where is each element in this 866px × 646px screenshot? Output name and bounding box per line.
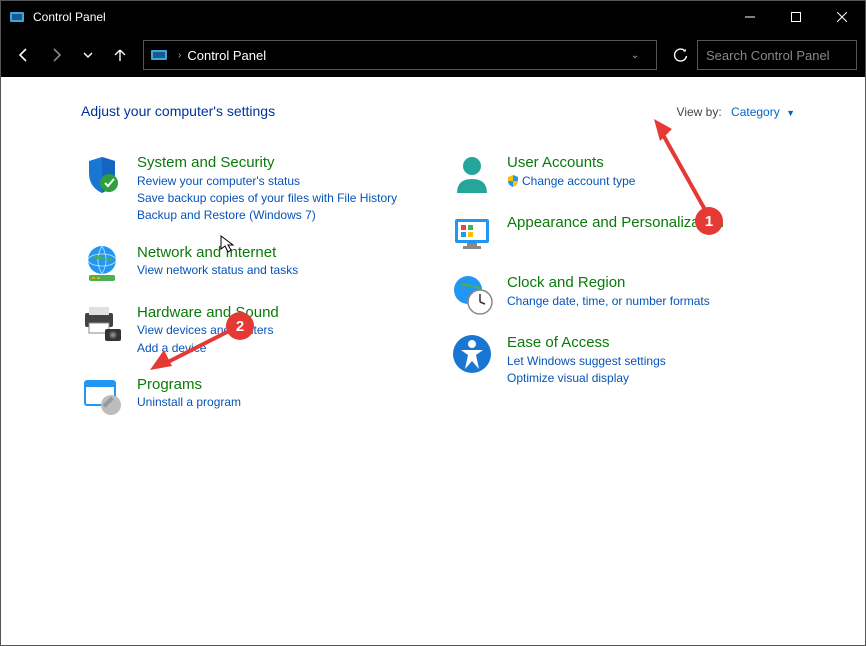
- chevron-down-icon: ▼: [786, 108, 795, 118]
- uac-shield-icon: [507, 175, 519, 187]
- category-hardware: Hardware and Sound View devices and prin…: [81, 303, 431, 357]
- category-link[interactable]: Optimize visual display: [507, 370, 666, 387]
- category-link[interactable]: Uninstall a program: [137, 394, 241, 411]
- minimize-button[interactable]: [727, 1, 773, 33]
- category-link[interactable]: Change account type: [507, 173, 635, 190]
- up-button[interactable]: [105, 40, 135, 70]
- category-programs: Programs Uninstall a program: [81, 375, 431, 417]
- category-title[interactable]: Clock and Region: [507, 273, 710, 293]
- address-bar[interactable]: › Control Panel ⌄: [143, 40, 657, 70]
- annotation-arrow-1: [646, 117, 726, 237]
- category-system-security: System and Security Review your computer…: [81, 153, 431, 225]
- category-title[interactable]: Hardware and Sound: [137, 303, 279, 323]
- category-title[interactable]: Network and Internet: [137, 243, 298, 263]
- category-link[interactable]: Review your computer's status: [137, 173, 397, 190]
- accessibility-icon: [451, 333, 493, 375]
- category-clock-region: Clock and Region Change date, time, or n…: [451, 273, 801, 315]
- category-user-accounts: User Accounts Change account type: [451, 153, 801, 195]
- category-title[interactable]: System and Security: [137, 153, 397, 173]
- close-button[interactable]: [819, 1, 865, 33]
- maximize-button[interactable]: [773, 1, 819, 33]
- view-by-value[interactable]: Category: [731, 105, 780, 119]
- recent-locations-button[interactable]: [73, 40, 103, 70]
- category-network: Network and Internet View network status…: [81, 243, 431, 285]
- globe-icon: [81, 243, 123, 285]
- category-ease-of-access: Ease of Access Let Windows suggest setti…: [451, 333, 801, 387]
- titlebar: Control Panel: [1, 1, 865, 33]
- category-title[interactable]: User Accounts: [507, 153, 635, 173]
- breadcrumb-root[interactable]: Control Panel: [187, 48, 266, 63]
- forward-button[interactable]: [41, 40, 71, 70]
- refresh-button[interactable]: [665, 40, 695, 70]
- category-link[interactable]: Change date, time, or number formats: [507, 293, 710, 310]
- app-icon: [9, 9, 25, 25]
- category-link[interactable]: Let Windows suggest settings: [507, 353, 666, 370]
- navigation-toolbar: › Control Panel ⌄: [1, 33, 865, 77]
- search-box[interactable]: [697, 40, 857, 70]
- monitor-icon: [451, 213, 493, 255]
- control-panel-window: Control Panel › Control Panel ⌄: [0, 0, 866, 646]
- right-column: User Accounts Change account type Appear…: [451, 153, 801, 417]
- chevron-right-icon: ›: [178, 50, 181, 61]
- chevron-down-icon[interactable]: ⌄: [620, 50, 650, 61]
- category-appearance: Appearance and Personalization: [451, 213, 801, 255]
- category-title[interactable]: Ease of Access: [507, 333, 666, 353]
- control-panel-icon: [150, 47, 168, 63]
- back-button[interactable]: [9, 40, 39, 70]
- window-controls: [727, 1, 865, 33]
- search-input[interactable]: [706, 48, 866, 63]
- window-title: Control Panel: [33, 10, 727, 24]
- printer-icon: [81, 303, 123, 345]
- clock-globe-icon: [451, 273, 493, 315]
- category-link[interactable]: View network status and tasks: [137, 262, 298, 279]
- content-area: Adjust your computer's settings View by:…: [1, 77, 865, 645]
- category-link[interactable]: Backup and Restore (Windows 7): [137, 207, 397, 224]
- annotation-arrow-2: [146, 322, 246, 382]
- category-link[interactable]: Save backup copies of your files with Fi…: [137, 190, 397, 207]
- programs-icon: [81, 375, 123, 417]
- left-column: System and Security Review your computer…: [81, 153, 431, 417]
- user-icon: [451, 153, 493, 195]
- shield-icon: [81, 153, 123, 195]
